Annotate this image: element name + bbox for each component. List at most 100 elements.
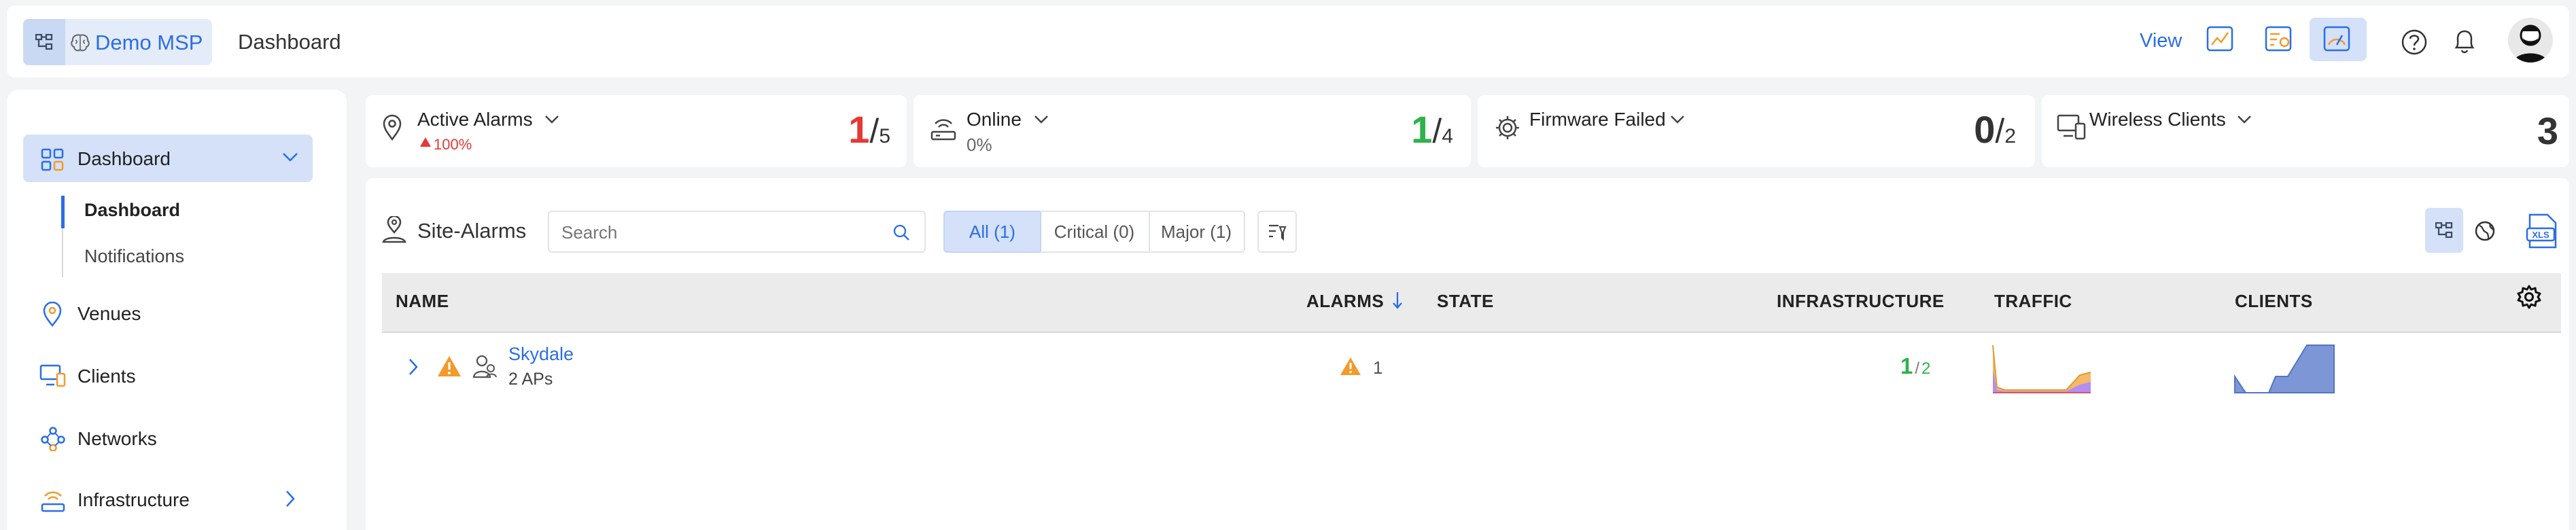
brand-switcher[interactable]: Demo MSP bbox=[23, 19, 212, 65]
warning-icon bbox=[438, 356, 461, 376]
search-field[interactable] bbox=[561, 222, 881, 243]
kpi-title: Wireless Clients bbox=[2089, 109, 2226, 130]
settings-gear-icon[interactable] bbox=[2516, 284, 2542, 310]
site-alarms-icon bbox=[382, 216, 406, 243]
sidebar-item-clients[interactable]: Clients bbox=[77, 366, 136, 387]
user-avatar-icon bbox=[2513, 24, 2547, 63]
kpi-title: Online bbox=[967, 109, 1022, 130]
kpi-card-firmware-failed[interactable]: Firmware Failed 0 / 2 bbox=[1478, 95, 2035, 167]
networks-icon bbox=[41, 427, 65, 451]
kpi-card-wireless-clients[interactable]: Wireless Clients 3 bbox=[2042, 95, 2569, 167]
kpi-value-current: 1 bbox=[1411, 108, 1433, 151]
filter-button[interactable] bbox=[1257, 211, 1297, 253]
view-report-button[interactable] bbox=[2251, 18, 2308, 61]
hierarchy-view-toggle[interactable] bbox=[2425, 208, 2463, 253]
xls-export-icon[interactable]: XLS bbox=[2526, 213, 2558, 250]
help-icon[interactable] bbox=[2401, 29, 2428, 56]
sidebar-item-label: Dashboard bbox=[77, 148, 171, 169]
kpi-title: Firmware Failed bbox=[1529, 109, 1666, 130]
kpi-value-separator: / bbox=[869, 112, 880, 150]
expand-chevron-icon[interactable] bbox=[408, 357, 419, 376]
gauge-icon bbox=[2323, 26, 2350, 52]
report-icon bbox=[2265, 26, 2292, 52]
dashboard-icon bbox=[41, 148, 64, 171]
globe-icon[interactable] bbox=[2474, 220, 2496, 242]
filter-major[interactable]: Major (1) bbox=[1149, 211, 1245, 253]
kpi-title: Active Alarms bbox=[417, 109, 533, 130]
chevron-down-icon[interactable] bbox=[544, 114, 560, 125]
kpi-card-active-alarms[interactable]: Active Alarms 100% 1 / 5 bbox=[366, 95, 907, 167]
alarm-count: 1 bbox=[1373, 357, 1383, 378]
sidebar-item-venues[interactable]: Venues bbox=[77, 303, 141, 325]
bell-icon[interactable] bbox=[2451, 27, 2478, 56]
infra-separator: / bbox=[1915, 359, 1920, 378]
kpi-value: 0 / 2 bbox=[1974, 107, 2016, 152]
filter-icon bbox=[1269, 224, 1287, 241]
clients-sparkline[interactable] bbox=[2233, 342, 2335, 394]
kpi-value-separator: / bbox=[1432, 112, 1442, 150]
traffic-sparkline[interactable] bbox=[1991, 342, 2093, 394]
kpi-value-total: 4 bbox=[1442, 125, 1453, 147]
sidebar-item-networks[interactable]: Networks bbox=[77, 428, 157, 450]
infrastructure-ratio: 1 / 2 bbox=[1900, 353, 1930, 379]
avatar[interactable] bbox=[2508, 18, 2553, 63]
site-ap-count: 2 APs bbox=[508, 370, 553, 389]
site-name-link[interactable]: Skydale bbox=[508, 344, 574, 365]
kpi-card-online[interactable]: Online 0% 1 / 4 bbox=[913, 95, 1471, 167]
column-header-clients[interactable]: CLIENTS bbox=[2235, 291, 2313, 312]
triangle-up-icon bbox=[420, 137, 431, 147]
kpi-value: 1 / 4 bbox=[1411, 107, 1453, 152]
chevron-down-icon[interactable] bbox=[1669, 114, 1686, 125]
hierarchy-icon bbox=[35, 34, 53, 50]
kpi-value-separator: / bbox=[1995, 112, 2005, 150]
page-title: Dashboard bbox=[238, 30, 341, 54]
kpi-value-total: 5 bbox=[879, 125, 890, 147]
alarm-warning-icon bbox=[1340, 357, 1361, 375]
column-header-infrastructure[interactable]: INFRASTRUCTURE bbox=[1777, 291, 1945, 312]
brain-logo-icon bbox=[71, 34, 90, 52]
kpi-value-total: 2 bbox=[2004, 125, 2016, 147]
column-header-state[interactable]: STATE bbox=[1437, 291, 1494, 312]
chevron-down-icon[interactable] bbox=[2236, 114, 2252, 125]
chevron-down-icon[interactable] bbox=[281, 151, 299, 163]
line-chart-icon bbox=[2206, 26, 2233, 52]
search-input[interactable] bbox=[548, 211, 926, 253]
infra-total: 2 bbox=[1921, 359, 1931, 378]
active-subitem-indicator bbox=[61, 196, 65, 228]
sidebar-item-infrastructure[interactable]: Infrastructure bbox=[77, 489, 190, 511]
devices-icon bbox=[2057, 114, 2086, 140]
view-label: View bbox=[2140, 30, 2182, 52]
brand-name: Demo MSP bbox=[95, 31, 203, 54]
access-point-icon bbox=[930, 119, 956, 141]
kpi-percent: 0% bbox=[967, 135, 992, 155]
filter-critical[interactable]: Critical (0) bbox=[1040, 211, 1150, 253]
gear-icon bbox=[1496, 116, 1519, 139]
sidebar-subitem-notifications[interactable]: Notifications bbox=[84, 246, 184, 267]
kpi-change: 100% bbox=[434, 136, 472, 153]
column-header-name[interactable]: NAME bbox=[396, 291, 449, 312]
column-header-traffic[interactable]: TRAFFIC bbox=[1994, 291, 2072, 312]
column-header-alarms[interactable]: ALARMS bbox=[1306, 291, 1384, 312]
hierarchy-toggle[interactable] bbox=[23, 19, 65, 65]
location-pin-icon bbox=[383, 114, 402, 141]
clients-icon bbox=[39, 364, 66, 387]
view-gauge-button[interactable] bbox=[2310, 18, 2367, 61]
kpi-value: 1 / 5 bbox=[848, 107, 890, 152]
search-icon[interactable] bbox=[892, 223, 911, 242]
top-bar bbox=[7, 5, 2569, 77]
hierarchy-icon bbox=[2435, 222, 2453, 238]
kpi-value-current: 1 bbox=[848, 108, 870, 151]
svg-text:XLS: XLS bbox=[2532, 230, 2549, 240]
sort-down-icon[interactable] bbox=[1392, 291, 1403, 310]
infra-up: 1 bbox=[1900, 353, 1913, 378]
sidebar-subitem-dashboard[interactable]: Dashboard bbox=[84, 200, 180, 221]
infrastructure-icon bbox=[41, 491, 65, 512]
map-pin-icon bbox=[43, 302, 62, 327]
subitem-rail bbox=[62, 228, 63, 277]
chevron-down-icon[interactable] bbox=[1033, 114, 1049, 125]
chevron-right-icon[interactable] bbox=[284, 489, 296, 508]
filter-all[interactable]: All (1) bbox=[943, 211, 1041, 253]
kpi-value-current: 0 bbox=[1974, 108, 1996, 151]
view-chart-button[interactable] bbox=[2193, 18, 2250, 61]
site-users-icon bbox=[472, 355, 497, 378]
